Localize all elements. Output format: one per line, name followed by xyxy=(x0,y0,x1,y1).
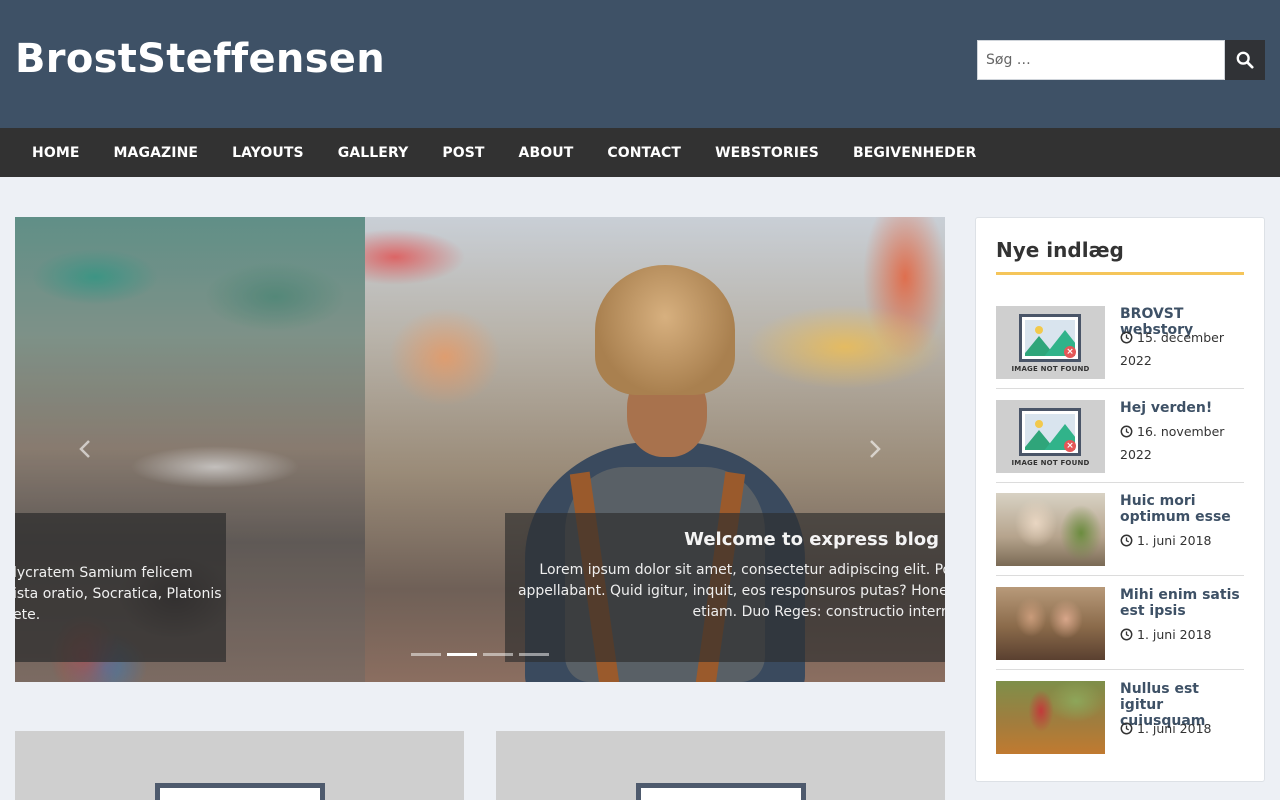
nav-item-contact[interactable]: CONTACT xyxy=(590,145,698,161)
image-placeholder-icon xyxy=(155,783,325,800)
divider xyxy=(996,669,1244,670)
caption-line: Lorem ipsum dolor sit amet, consectetur … xyxy=(539,562,945,578)
site-header: BrostSteffensen xyxy=(0,0,1280,128)
nav-item-gallery[interactable]: GALLERY xyxy=(321,145,426,161)
recent-post-item: Nullus est igitur cuiusquam 1. juni 2018 xyxy=(996,681,1244,754)
caption-line: ista oratio, Socratica, Platonis xyxy=(15,586,222,602)
recent-post-item: × IMAGE NOT FOUND Hej verden! 16. novemb… xyxy=(996,400,1244,473)
image-placeholder-icon xyxy=(636,783,806,800)
search-input[interactable] xyxy=(977,40,1225,80)
caption-line: ete. xyxy=(15,607,41,623)
slide-previous-caption: lycratem Samium felicem ista oratio, Soc… xyxy=(15,513,226,662)
error-x-icon: × xyxy=(1064,440,1076,452)
nav-item-about[interactable]: ABOUT xyxy=(502,145,591,161)
chevron-left-icon xyxy=(79,440,90,458)
clock-icon xyxy=(1120,425,1133,438)
post-card[interactable] xyxy=(496,731,945,800)
search-form xyxy=(977,40,1265,80)
post-date-text: 16. november 2022 xyxy=(1120,424,1225,462)
slide-previous: lycratem Samium felicem ista oratio, Soc… xyxy=(15,217,365,682)
post-date-text: 1. juni 2018 xyxy=(1137,721,1212,736)
post-title[interactable]: Huic mori optimum esse xyxy=(1120,493,1246,525)
divider xyxy=(996,482,1244,483)
nav-item-webstories[interactable]: WEBSTORIES xyxy=(698,145,836,161)
post-thumbnail[interactable]: × IMAGE NOT FOUND xyxy=(996,306,1105,379)
nav-item-magazine[interactable]: MAGAZINE xyxy=(97,145,216,161)
chevron-right-icon xyxy=(870,440,881,458)
slide-title[interactable]: Welcome to express blog xyxy=(505,529,945,550)
nav-list: HOME MAGAZINE LAYOUTS GALLERY POST ABOUT… xyxy=(0,128,1280,177)
post-date: 15. december 2022 xyxy=(1120,326,1244,372)
nav-item-layouts[interactable]: LAYOUTS xyxy=(215,145,321,161)
post-title[interactable]: Hej verden! xyxy=(1120,400,1246,416)
widget-title-underline xyxy=(996,272,1244,275)
divider xyxy=(996,575,1244,576)
caption-line: appellabant. Quid igitur, inquit, eos re… xyxy=(517,583,945,599)
search-button[interactable] xyxy=(1225,40,1265,80)
recent-post-item: Mihi enim satis est ipsis 1. juni 2018 xyxy=(996,587,1244,660)
slide-current: Welcome to express blog Lorem ipsum dolo… xyxy=(365,217,945,682)
clock-icon xyxy=(1120,534,1133,547)
image-not-found-label: IMAGE NOT FOUND xyxy=(1011,365,1090,373)
caption-line: etiam. Duo Reges: constructio interre xyxy=(692,604,945,620)
slider-pagination xyxy=(411,653,549,656)
post-date: 1. juni 2018 xyxy=(1120,623,1244,646)
sidebar-recent-posts: Nye indlæg × IMAGE NOT FOUND BROVST webs… xyxy=(975,217,1265,782)
slider-dot[interactable] xyxy=(411,653,441,656)
post-date: 16. november 2022 xyxy=(1120,420,1244,466)
clock-icon xyxy=(1120,722,1133,735)
post-thumbnail[interactable] xyxy=(996,681,1105,754)
slider-dot[interactable] xyxy=(519,653,549,656)
slider-dot-active[interactable] xyxy=(447,653,477,656)
recent-post-item: Huic mori optimum esse 1. juni 2018 xyxy=(996,493,1244,566)
nav-item-post[interactable]: POST xyxy=(425,145,501,161)
slider-dot[interactable] xyxy=(483,653,513,656)
slider-next-button[interactable] xyxy=(865,439,885,459)
main-navigation: HOME MAGAZINE LAYOUTS GALLERY POST ABOUT… xyxy=(0,128,1280,177)
search-icon xyxy=(1236,51,1254,69)
clock-icon xyxy=(1120,331,1133,344)
post-date: 1. juni 2018 xyxy=(1120,717,1244,740)
post-date-text: 1. juni 2018 xyxy=(1137,627,1212,642)
slide-current-caption: Welcome to express blog Lorem ipsum dolo… xyxy=(505,513,945,662)
caption-line: lycratem Samium felicem xyxy=(15,565,193,581)
nav-item-home[interactable]: HOME xyxy=(15,145,97,161)
slider-prev-button[interactable] xyxy=(75,439,95,459)
post-thumbnail[interactable] xyxy=(996,587,1105,660)
site-title[interactable]: BrostSteffensen xyxy=(15,36,385,82)
post-date-text: 15. december 2022 xyxy=(1120,330,1224,368)
image-not-found-label: IMAGE NOT FOUND xyxy=(1011,459,1090,467)
post-card[interactable] xyxy=(15,731,464,800)
nav-item-begivenheder[interactable]: BEGIVENHEDER xyxy=(836,145,994,161)
post-thumbnail[interactable] xyxy=(996,493,1105,566)
clock-icon xyxy=(1120,628,1133,641)
recent-post-item: × IMAGE NOT FOUND BROVST webstory 15. de… xyxy=(996,306,1244,379)
error-x-icon: × xyxy=(1064,346,1076,358)
post-date-text: 1. juni 2018 xyxy=(1137,533,1212,548)
post-thumbnail[interactable]: × IMAGE NOT FOUND xyxy=(996,400,1105,473)
featured-slider[interactable]: lycratem Samium felicem ista oratio, Soc… xyxy=(15,217,945,682)
post-title[interactable]: Mihi enim satis est ipsis xyxy=(1120,587,1246,619)
divider xyxy=(996,388,1244,389)
widget-title: Nye indlæg xyxy=(996,238,1124,262)
post-date: 1. juni 2018 xyxy=(1120,529,1244,552)
